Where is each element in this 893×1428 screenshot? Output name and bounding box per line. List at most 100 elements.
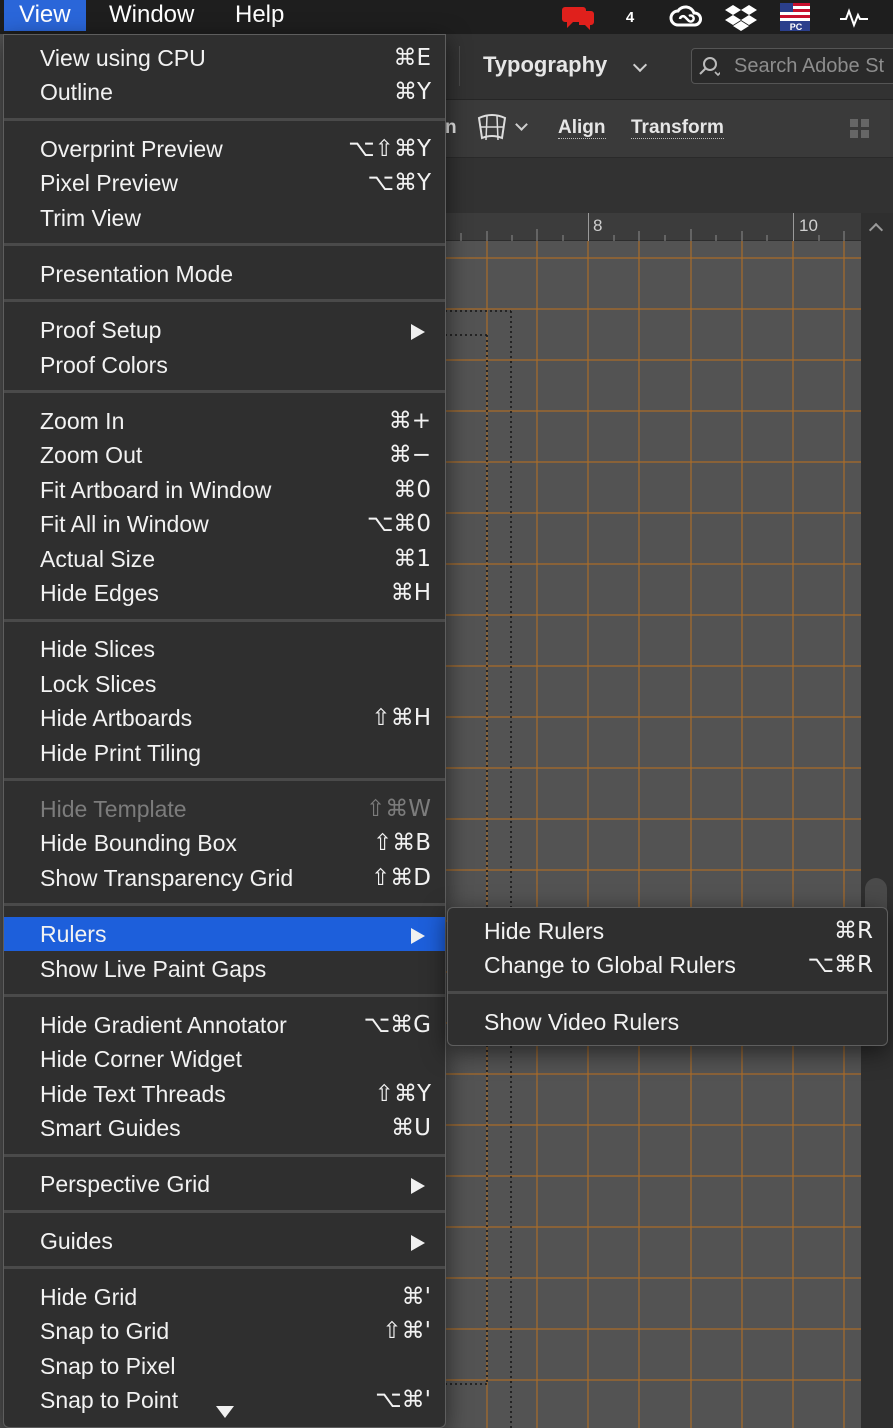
menu-item-fit-artboard-in-window[interactable]: Fit Artboard in Window ⌘0	[4, 473, 445, 507]
menu-separator	[4, 1153, 445, 1157]
application-control-bar: Typography	[445, 34, 893, 100]
search-input[interactable]	[734, 53, 893, 79]
menu-item-show-live-paint-gaps[interactable]: Show Live Paint Gaps	[4, 952, 445, 986]
submenu-arrow-icon	[411, 324, 425, 341]
document-tab-bar	[445, 158, 893, 213]
menu-item-label: Hide Slices	[40, 636, 156, 663]
menu-item-label: Snap to Pixel	[40, 1352, 176, 1379]
activity-monitor-icon[interactable]	[836, 4, 872, 30]
workspace-switcher[interactable]: Typography	[483, 52, 607, 78]
document-grid	[445, 241, 861, 1428]
menu-item-trim-view[interactable]: Trim View	[4, 201, 445, 235]
keyboard-shortcut: ⇧⌘'	[382, 1318, 431, 1345]
keyboard-shortcut: ⌘E	[393, 45, 431, 71]
menu-item-proof-colors[interactable]: Proof Colors	[4, 348, 445, 382]
menubar-view[interactable]: View	[4, 0, 86, 31]
menu-bar: View Window Help 4 PC	[0, 0, 893, 34]
keyboard-shortcut: ⌥⌘Y	[367, 170, 431, 197]
menu-item-rulers[interactable]: Rulers	[4, 917, 445, 952]
menu-item-hide-print-tiling[interactable]: Hide Print Tiling	[4, 736, 445, 770]
menu-item-hide-slices[interactable]: Hide Slices	[4, 632, 445, 666]
chat-notification-icon[interactable]	[558, 4, 598, 30]
menu-item-hide-artboards[interactable]: Hide Artboards ⇧⌘H	[4, 701, 445, 735]
panel-grid-icon[interactable]	[849, 118, 871, 140]
menu-item-change-to-global-rulers[interactable]: Change to Global Rulers ⌥⌘R	[448, 948, 887, 982]
menu-item-actual-size[interactable]: Actual Size ⌘1	[4, 542, 445, 576]
menu-item-snap-to-pixel[interactable]: Snap to Pixel	[4, 1349, 445, 1383]
keyboard-shortcut: ⇧⌘Y	[374, 1080, 431, 1107]
menu-item-label: Hide Grid	[40, 1283, 138, 1310]
menu-item-label: Hide Edges	[40, 580, 159, 607]
menu-item-presentation-mode[interactable]: Presentation Mode	[4, 257, 445, 291]
menu-item-label: Fit Artboard in Window	[40, 476, 272, 503]
menu-item-perspective-grid[interactable]: Perspective Grid	[4, 1167, 445, 1201]
menu-item-label: Rulers	[40, 921, 107, 948]
scroll-up-arrow-icon[interactable]	[868, 222, 884, 238]
menu-separator	[4, 778, 445, 782]
menu-item-view-using-cpu[interactable]: View using CPU ⌘E	[4, 41, 445, 75]
menu-separator	[4, 1266, 445, 1270]
menu-scroll-down-icon[interactable]	[216, 1406, 234, 1418]
align-link[interactable]: Align	[558, 118, 606, 139]
keyboard-shortcut: ⌘0	[393, 476, 431, 503]
menu-item-fit-all-in-window[interactable]: Fit All in Window ⌥⌘0	[4, 507, 445, 541]
menu-separator	[4, 993, 445, 997]
chevron-down-icon[interactable]	[515, 118, 528, 131]
menu-item-label: Hide Corner Widget	[40, 1046, 242, 1073]
menu-item-label: Fit All in Window	[40, 511, 209, 538]
keyboard-shortcut: ⌥⌘R	[807, 952, 874, 979]
dropbox-icon[interactable]	[721, 4, 761, 31]
menu-item-snap-to-grid[interactable]: Snap to Grid ⇧⌘'	[4, 1314, 445, 1348]
menu-item-pixel-preview[interactable]: Pixel Preview ⌥⌘Y	[4, 166, 445, 200]
menu-item-proof-setup[interactable]: Proof Setup	[4, 313, 445, 347]
submenu-arrow-icon	[411, 1178, 425, 1195]
menubar-help[interactable]: Help	[220, 0, 299, 31]
clipped-label: n	[445, 117, 457, 138]
menu-item-outline[interactable]: Outline ⌘Y	[4, 75, 445, 109]
menu-item-hide-grid[interactable]: Hide Grid ⌘'	[4, 1280, 445, 1314]
chevron-down-icon[interactable]	[632, 57, 648, 73]
menu-item-label: Hide Text Threads	[40, 1080, 226, 1107]
keyboard-shortcut: ⌘U	[391, 1115, 431, 1142]
menu-item-zoom-out[interactable]: Zoom Out ⌘−	[4, 438, 445, 472]
menu-item-label: Smart Guides	[40, 1115, 181, 1142]
menu-item-hide-bounding-box[interactable]: Hide Bounding Box ⇧⌘B	[4, 826, 445, 860]
keyboard-shortcut: ⌘−	[388, 442, 431, 469]
menu-item-label: Guides	[40, 1227, 113, 1254]
menu-item-label: Hide Print Tiling	[40, 739, 202, 766]
menu-item-label: Actual Size	[40, 545, 156, 572]
adobe-stock-search[interactable]	[691, 48, 893, 84]
menu-item-hide-gradient-annotator[interactable]: Hide Gradient Annotator ⌥⌘G	[4, 1008, 445, 1042]
vertical-scrollbar[interactable]	[861, 213, 893, 1428]
menu-item-hide-corner-widget[interactable]: Hide Corner Widget	[4, 1042, 445, 1076]
menu-item-label: View using CPU	[40, 45, 206, 71]
menu-item-label: Proof Setup	[40, 317, 162, 344]
menu-item-label: Show Video Rulers	[484, 1008, 680, 1035]
keyboard-shortcut: ⌘1	[393, 545, 431, 572]
menu-item-show-transparency-grid[interactable]: Show Transparency Grid ⇧⌘D	[4, 861, 445, 895]
menu-item-hide-text-threads[interactable]: Hide Text Threads ⇧⌘Y	[4, 1077, 445, 1111]
notification-count: 4	[625, 8, 635, 26]
menu-item-guides[interactable]: Guides	[4, 1224, 445, 1258]
transform-link[interactable]: Transform	[631, 118, 724, 139]
menu-item-hide-edges[interactable]: Hide Edges ⌘H	[4, 576, 445, 610]
menu-item-label: Lock Slices	[40, 670, 157, 697]
keyboard-shortcut: ⌥⌘'	[375, 1387, 431, 1414]
artboard-canvas[interactable]	[445, 241, 861, 1428]
menu-item-label: Zoom In	[40, 407, 125, 434]
menu-item-show-video-rulers[interactable]: Show Video Rulers	[448, 1005, 887, 1039]
keyboard-shortcut: ⇧⌘B	[372, 830, 431, 857]
menu-item-smart-guides[interactable]: Smart Guides ⌘U	[4, 1111, 445, 1145]
menu-item-label: Overprint Preview	[40, 135, 223, 162]
menu-item-hide-rulers[interactable]: Hide Rulers ⌘R	[448, 914, 887, 948]
creative-cloud-icon[interactable]	[666, 4, 706, 30]
menu-item-lock-slices[interactable]: Lock Slices	[4, 667, 445, 701]
keyboard-shortcut: ⌘H	[390, 580, 431, 607]
menubar-window[interactable]: Window	[94, 0, 209, 31]
menu-item-zoom-in[interactable]: Zoom In ⌘+	[4, 404, 445, 438]
menu-separator	[4, 243, 445, 247]
menu-item-overprint-preview[interactable]: Overprint Preview ⌥⇧⌘Y	[4, 132, 445, 166]
warp-icon[interactable]	[475, 112, 509, 144]
horizontal-ruler[interactable]: 8 10	[445, 213, 861, 241]
keyboard-shortcut: ⌘+	[388, 407, 431, 434]
